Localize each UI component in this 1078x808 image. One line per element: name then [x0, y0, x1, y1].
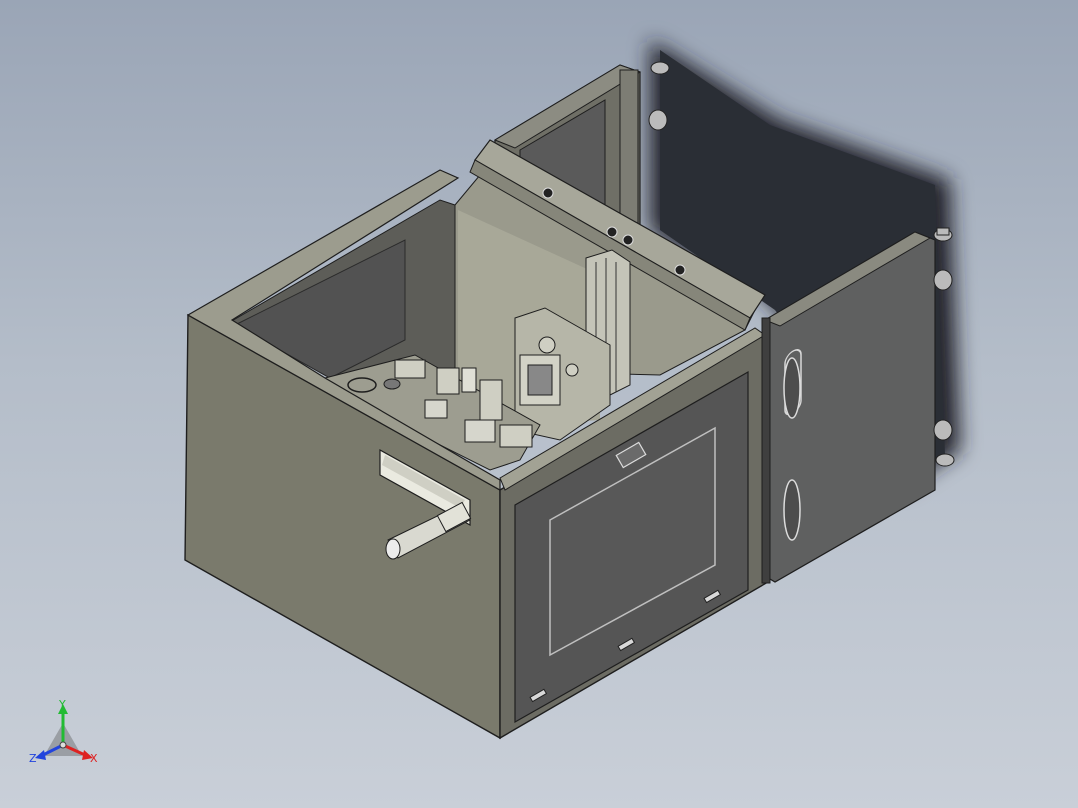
- handle-slot-upper: [783, 357, 801, 419]
- handle-slot-lower: [783, 479, 801, 541]
- x-axis-label: X: [90, 752, 98, 765]
- assembly-model[interactable]: Y X Z: [0, 0, 1078, 808]
- z-axis-label: Z: [29, 752, 37, 765]
- y-axis-label: Y: [58, 698, 66, 711]
- cad-viewport[interactable]: Y X Z: [0, 0, 1078, 808]
- orientation-triad: Y X Z: [29, 698, 98, 765]
